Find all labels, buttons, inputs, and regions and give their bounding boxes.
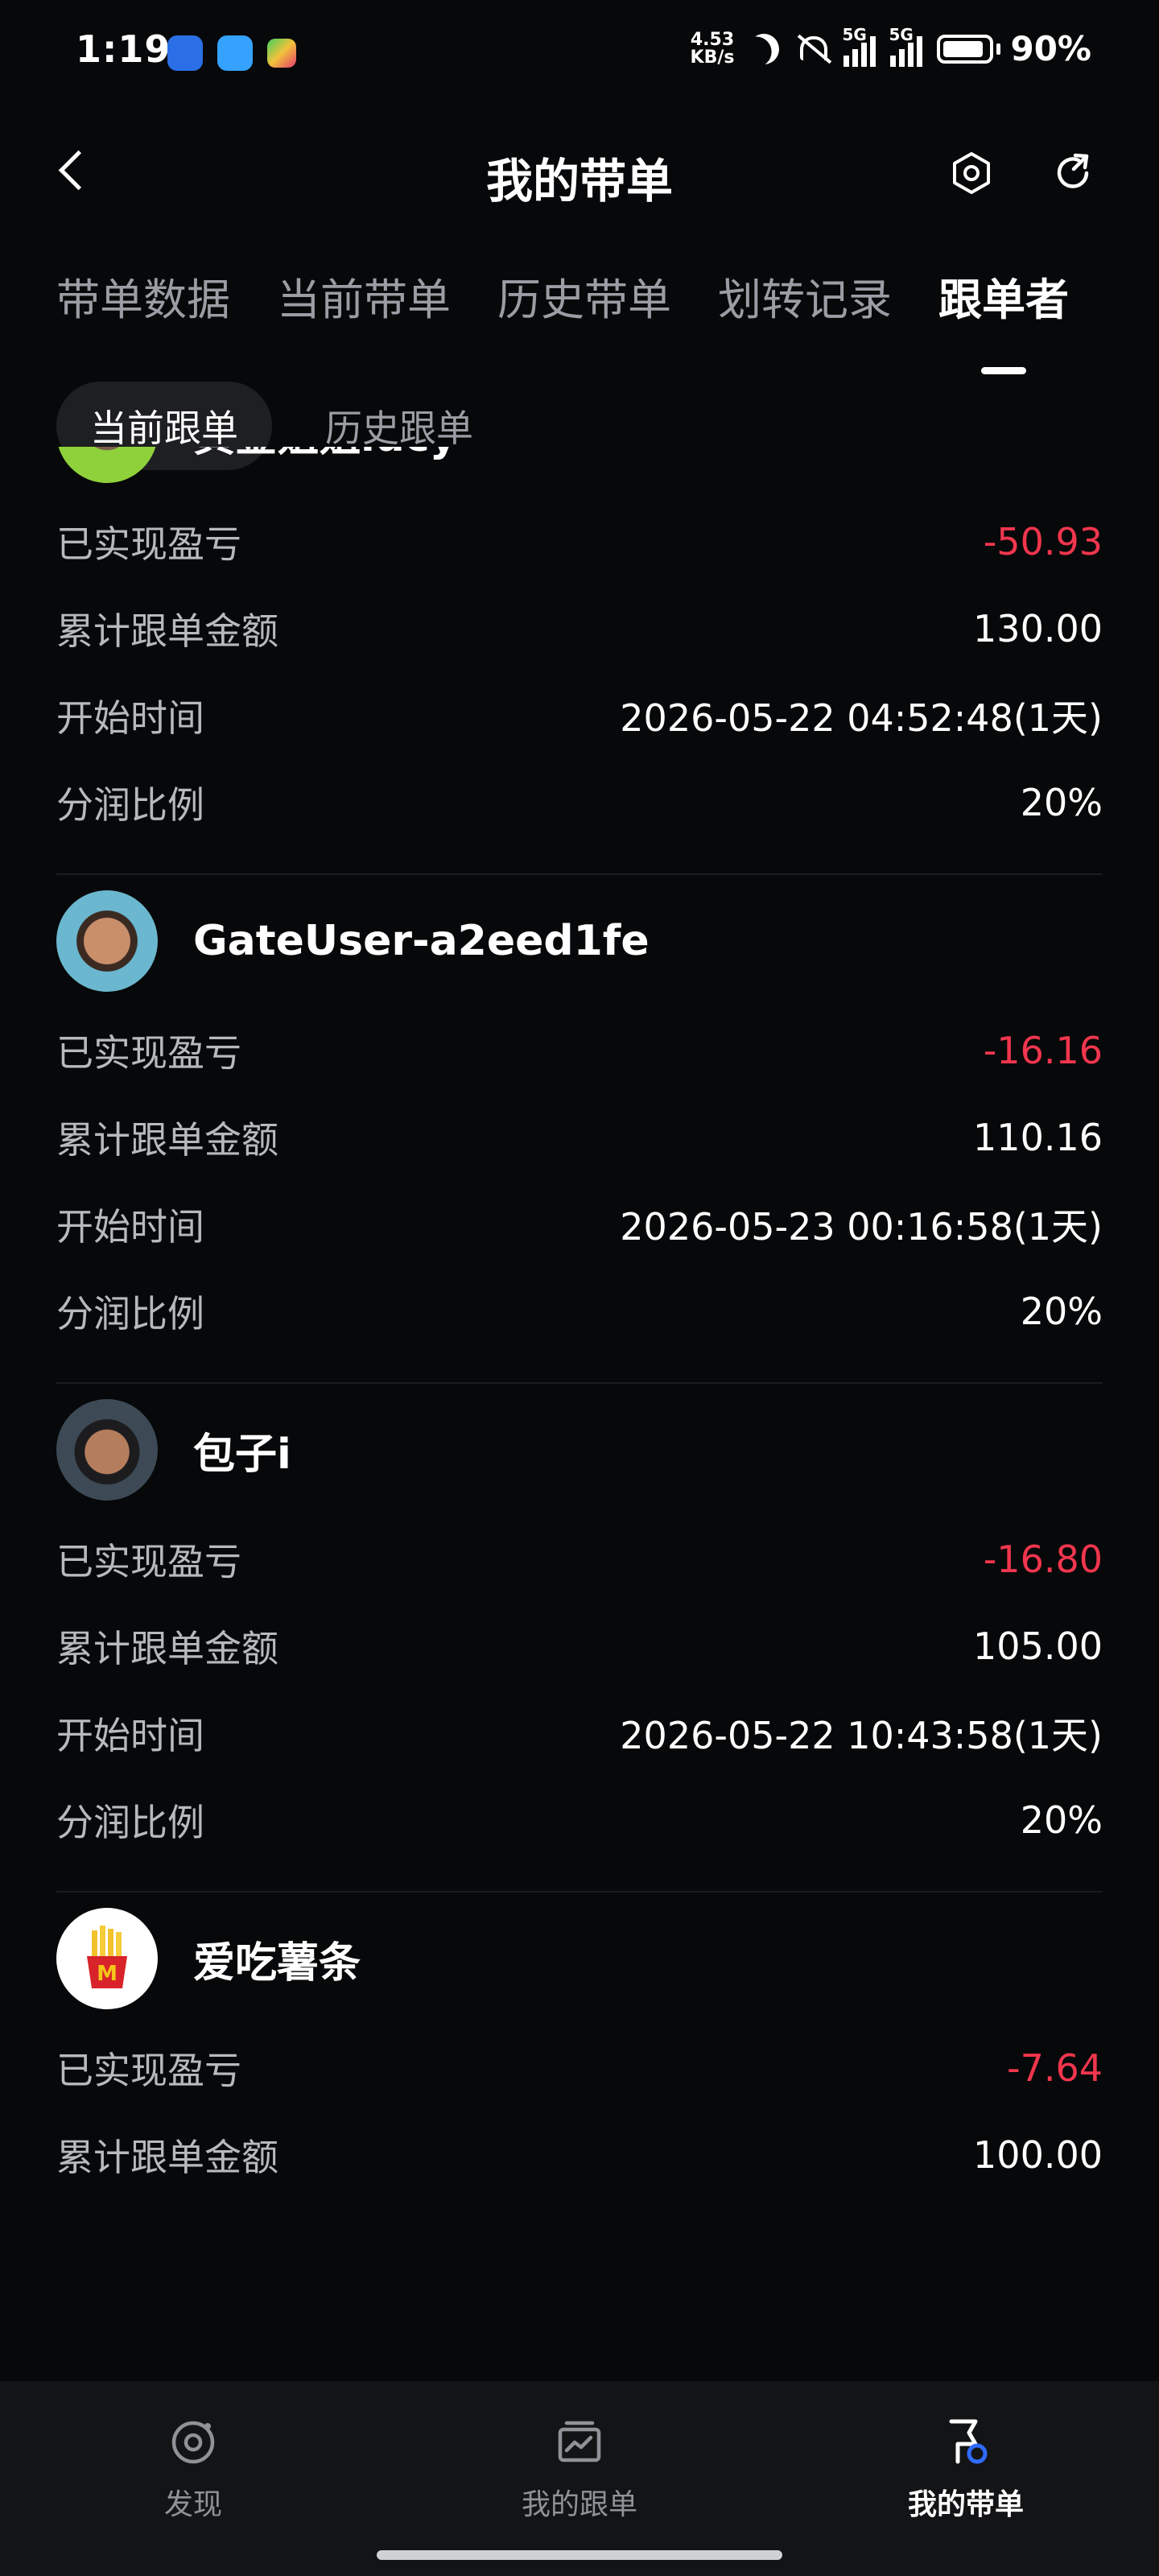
pnl-value: -7.64 <box>1006 2046 1103 2090</box>
do-not-disturb-icon <box>744 29 784 68</box>
signal-icon: 5G <box>889 25 923 67</box>
battery-icon: 90% <box>937 29 1091 68</box>
signal-icon: 5G <box>842 25 876 67</box>
app-notification-icon <box>217 35 253 71</box>
svg-text:M: M <box>97 1962 118 1986</box>
follower-name: 爱吃薯条 <box>193 1938 361 1988</box>
share-ratio-row: 分润比例 20% <box>56 1290 1103 1335</box>
app-header: 我的带单 <box>0 129 1159 217</box>
mute-bell-icon <box>794 31 829 67</box>
follower-name: 黄金姐姐lucy <box>193 447 457 463</box>
net-speed: 4.53 KB/s <box>690 29 735 68</box>
main-tabs: 带单数据 当前带单 历史带单 划转记录 跟单者 <box>56 264 1069 374</box>
amount-row: 累计跟单金额 105.00 <box>56 1624 1103 1670</box>
follower-list: 黄金姐姐lucy 已实现盈亏 -50.93 累计跟单金额 130.00 开始时间… <box>56 447 1103 2379</box>
share-ratio-row: 分润比例 20% <box>56 1798 1103 1844</box>
amount-value: 110.16 <box>973 1116 1103 1159</box>
pnl-value: -16.80 <box>983 1538 1103 1581</box>
nav-discover[interactable]: 发现 <box>72 2415 314 2523</box>
nav-my-follow[interactable]: 我的跟单 <box>459 2415 700 2523</box>
amount-row: 累计跟单金额 100.00 <box>56 2133 1103 2179</box>
avatar: M <box>56 1908 158 2009</box>
start-time-value: 2026-05-22 10:43:58(1天) <box>620 1714 1103 1757</box>
app-notification-icon <box>167 35 203 71</box>
avatar <box>56 1399 158 1501</box>
chart-card-icon <box>558 2421 601 2462</box>
status-indicators: 4.53 KB/s 5G 5G 90% <box>690 25 1091 69</box>
tab-current-lead[interactable]: 当前带单 <box>277 264 451 328</box>
settings-hexagon-icon[interactable] <box>950 151 993 195</box>
pnl-row: 已实现盈亏 -50.93 <box>56 520 1103 566</box>
amount-value: 130.00 <box>973 607 1103 650</box>
lead-flag-icon <box>949 2419 988 2464</box>
avatar <box>56 890 158 992</box>
nav-my-lead[interactable]: 我的带单 <box>845 2415 1087 2523</box>
fries-icon: M <box>87 1926 127 1988</box>
start-time-value: 2026-05-22 04:52:48(1天) <box>620 696 1103 740</box>
amount-value: 100.00 <box>973 2133 1103 2177</box>
pnl-row: 已实现盈亏 -16.16 <box>56 1029 1103 1075</box>
amount-row: 累计跟单金额 130.00 <box>56 607 1103 653</box>
follower-name: 包子i <box>193 1430 291 1479</box>
share-ratio-value: 20% <box>1020 1798 1103 1842</box>
home-indicator[interactable] <box>377 2550 782 2560</box>
tab-transfer-records[interactable]: 划转记录 <box>718 264 892 328</box>
start-time-row: 开始时间 2026-05-22 04:52:48(1天) <box>56 672 1103 759</box>
pnl-value: -50.93 <box>983 520 1103 564</box>
app-notification-icon <box>267 39 296 68</box>
amount-row: 累计跟单金额 110.16 <box>56 1116 1103 1162</box>
pnl-row: 已实现盈亏 -16.80 <box>56 1538 1103 1583</box>
start-time-row: 开始时间 2026-05-23 00:16:58(1天) <box>56 1181 1103 1268</box>
tab-followers[interactable]: 跟单者 <box>938 264 1069 374</box>
tab-history-lead[interactable]: 历史带单 <box>497 264 671 328</box>
discover-icon <box>171 2421 215 2464</box>
list-item[interactable]: GateUser-a2eed1fe 已实现盈亏 -16.16 累计跟单金额 11… <box>56 875 1103 1384</box>
tab-lead-data[interactable]: 带单数据 <box>56 264 230 328</box>
status-bar: 1:19 4.53 KB/s 5G 5G 90% <box>0 0 1159 105</box>
status-time: 1:19 <box>76 27 171 71</box>
share-ratio-value: 20% <box>1020 1290 1103 1333</box>
avatar <box>56 447 158 483</box>
amount-value: 105.00 <box>973 1624 1103 1668</box>
bottom-nav: 发现 我的跟单 我的带单 <box>0 2381 1159 2576</box>
share-ratio-row: 分润比例 20% <box>56 781 1103 827</box>
start-time-value: 2026-05-23 00:16:58(1天) <box>620 1205 1103 1249</box>
pnl-value: -16.16 <box>983 1029 1103 1072</box>
battery-percent: 90% <box>1010 29 1091 68</box>
follower-name: GateUser-a2eed1fe <box>193 917 650 965</box>
list-item[interactable]: 黄金姐姐lucy 已实现盈亏 -50.93 累计跟单金额 130.00 开始时间… <box>56 447 1103 875</box>
notification-icons <box>167 35 296 71</box>
share-refresh-icon[interactable] <box>1051 151 1095 195</box>
list-item[interactable]: M 爱吃薯条 已实现盈亏 -7.64 累计跟单金额 100.00 <box>56 1893 1103 2226</box>
share-ratio-value: 20% <box>1020 781 1103 824</box>
start-time-row: 开始时间 2026-05-22 10:43:58(1天) <box>56 1690 1103 1777</box>
list-item[interactable]: 包子i 已实现盈亏 -16.80 累计跟单金额 105.00 开始时间 2026… <box>56 1384 1103 1893</box>
pnl-row: 已实现盈亏 -7.64 <box>56 2046 1103 2092</box>
